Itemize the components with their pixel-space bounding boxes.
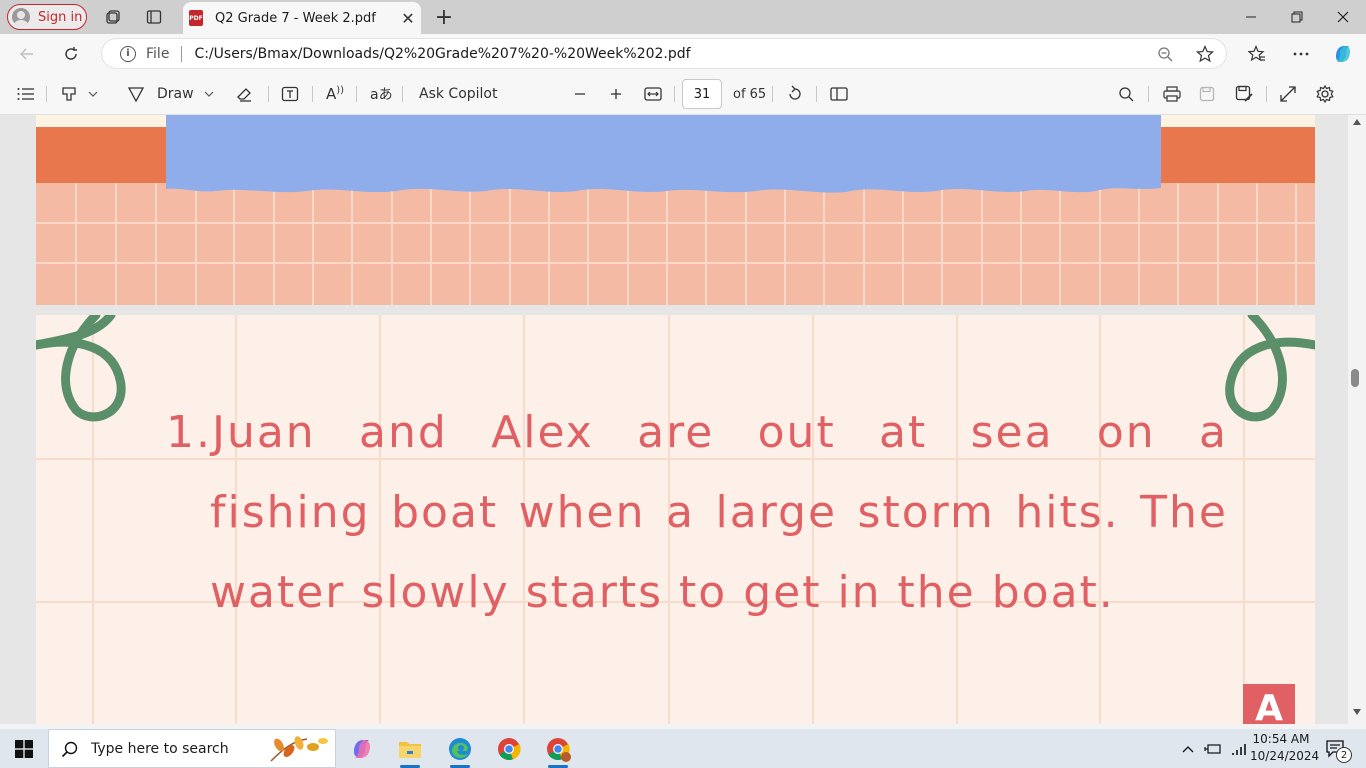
- draw-button[interactable]: Draw: [127, 74, 194, 114]
- favorites-icon[interactable]: [1240, 37, 1274, 71]
- question-line-2: fishing boat when a large storm hits. Th…: [210, 487, 1228, 618]
- new-tab-button[interactable]: +: [430, 2, 458, 32]
- copilot-icon[interactable]: [1326, 37, 1360, 71]
- zoom-in-button[interactable]: [610, 74, 622, 114]
- fit-width-icon[interactable]: [644, 74, 662, 114]
- page-total-label: of 65: [733, 86, 767, 102]
- workspaces-icon[interactable]: [96, 0, 130, 34]
- restore-button[interactable]: [1274, 0, 1320, 34]
- favorite-star-icon[interactable]: [1188, 37, 1222, 71]
- file-explorer-icon[interactable]: [390, 733, 430, 768]
- search-icon: [61, 741, 78, 757]
- sign-in-button[interactable]: Sign in: [7, 4, 87, 30]
- taskbar-search-box[interactable]: Type here to search: [48, 729, 336, 768]
- save-icon[interactable]: [1199, 74, 1215, 114]
- settings-gear-icon[interactable]: [1316, 74, 1334, 114]
- address-row: i File C:/Users/Bmax/Downloads/Q2%20Grad…: [0, 34, 1366, 74]
- pdf-viewer[interactable]: 1.Juan and Alex are out at sea on a fish…: [0, 115, 1348, 724]
- answer-badge: A: [1243, 684, 1295, 724]
- fullscreen-icon[interactable]: [1280, 74, 1296, 114]
- tab-pdf-document[interactable]: PDF Q2 Grade 7 - Week 2.pdf ✕: [183, 2, 421, 34]
- print-icon[interactable]: [1163, 74, 1181, 114]
- scrollbar-thumb[interactable]: [1351, 369, 1359, 387]
- minimize-button[interactable]: [1228, 0, 1274, 34]
- toolbar-separator: [46, 86, 47, 102]
- toolbar-separator: [674, 86, 675, 102]
- vertical-scrollbar[interactable]: [1348, 115, 1366, 724]
- windows-start-icon[interactable]: [0, 729, 48, 768]
- toolbar-separator: [1266, 86, 1267, 102]
- address-scheme-label: File: [146, 45, 170, 62]
- tab-actions-icon[interactable]: [137, 0, 171, 34]
- address-separator: [181, 45, 183, 62]
- toolbar-separator: [356, 86, 357, 102]
- find-search-icon[interactable]: [1118, 74, 1134, 114]
- contents-list-icon[interactable]: [17, 74, 35, 114]
- taskbar-clock[interactable]: 10:54 AM 10/24/2024: [1250, 731, 1320, 765]
- notification-count-badge: 2: [1336, 747, 1352, 763]
- green-curl-left-loop: [36, 315, 126, 422]
- pdf-toolbar: Draw A)) aあ Ask Copilot 31 of 65: [0, 74, 1366, 115]
- question-line-1: 1.Juan and Alex are out at sea on a: [166, 407, 1228, 458]
- battery-plug-icon[interactable]: [1200, 733, 1226, 765]
- read-aloud-icon[interactable]: A)): [326, 74, 344, 114]
- pdf-page-30: [36, 115, 1315, 305]
- taskbar: Type here to search 10:54 AM 10/24/2024 …: [0, 729, 1366, 768]
- highlight-chevron-down-icon[interactable]: [88, 74, 98, 114]
- autumn-leaves-icon: [270, 736, 328, 762]
- copilot-app-icon[interactable]: [342, 733, 382, 765]
- toolbar-separator: [312, 86, 313, 102]
- chrome-icon[interactable]: [489, 733, 529, 765]
- ask-copilot-button[interactable]: Ask Copilot: [419, 74, 498, 114]
- pdf-page-31: 1.Juan and Alex are out at sea on a fish…: [36, 315, 1315, 724]
- network-wifi-icon[interactable]: [1226, 733, 1252, 765]
- profile-avatar-icon: [12, 8, 30, 26]
- site-info-icon[interactable]: i: [120, 45, 136, 62]
- toolbar-separator: [402, 86, 403, 102]
- rotate-icon[interactable]: [786, 74, 804, 114]
- back-arrow-icon[interactable]: [10, 37, 44, 71]
- green-curl-right-loop: [1225, 315, 1315, 422]
- pdf-file-icon: PDF: [189, 10, 203, 26]
- tab-strip: Sign in PDF Q2 Grade 7 - Week 2.pdf ✕ +: [0, 0, 1366, 34]
- close-window-button[interactable]: [1320, 0, 1366, 34]
- save-as-icon[interactable]: [1235, 74, 1253, 114]
- refresh-icon[interactable]: [54, 37, 88, 71]
- notifications-icon[interactable]: 2: [1318, 733, 1354, 765]
- page-number-input[interactable]: 31: [682, 79, 722, 109]
- clock-time: 10:54 AM: [1252, 732, 1310, 746]
- address-bar[interactable]: i File C:/Users/Bmax/Downloads/Q2%20Grad…: [101, 38, 1227, 69]
- zoom-out-icon[interactable]: [1148, 37, 1182, 71]
- add-text-icon[interactable]: [281, 74, 299, 114]
- highlight-icon[interactable]: [60, 74, 78, 114]
- search-placeholder: Type here to search: [91, 740, 229, 757]
- question-text: 1.Juan and Alex are out at sea on a fish…: [166, 393, 1228, 633]
- eraser-icon[interactable]: [235, 74, 253, 114]
- more-options-icon[interactable]: [1284, 37, 1318, 71]
- ask-copilot-label: Ask Copilot: [419, 86, 498, 102]
- clock-date: 10/24/2024: [1250, 749, 1320, 763]
- draw-label: Draw: [157, 86, 194, 102]
- page-decoration: [36, 115, 1315, 305]
- zoom-out-button[interactable]: [574, 74, 586, 114]
- tab-title: Q2 Grade 7 - Week 2.pdf: [215, 10, 376, 26]
- toolbar-separator: [268, 86, 269, 102]
- draw-chevron-down-icon[interactable]: [204, 74, 214, 114]
- translate-icon[interactable]: aあ: [370, 74, 393, 114]
- toolbar-separator: [772, 86, 773, 102]
- close-tab-icon[interactable]: ✕: [395, 9, 421, 28]
- address-url[interactable]: C:/Users/Bmax/Downloads/Q2%20Grade%207%2…: [194, 46, 690, 62]
- toolbar-separator: [1148, 86, 1149, 102]
- sign-in-label: Sign in: [38, 9, 83, 25]
- chrome-profile-icon[interactable]: [538, 733, 578, 768]
- edge-browser-icon[interactable]: [440, 733, 480, 768]
- page-view-icon[interactable]: [830, 74, 848, 114]
- toolbar-separator: [816, 86, 817, 102]
